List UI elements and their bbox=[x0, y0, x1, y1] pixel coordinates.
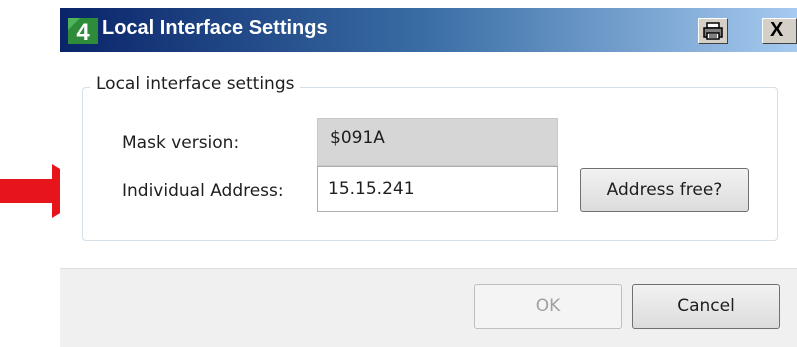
title-bar[interactable]: 4 Local Interface Settings X bbox=[60, 8, 797, 52]
close-button[interactable]: X bbox=[762, 18, 797, 44]
mask-version-value: $091A bbox=[317, 118, 558, 166]
individual-address-input[interactable] bbox=[317, 166, 558, 212]
knx-app-icon: 4 bbox=[68, 18, 98, 44]
individual-address-label: Individual Address: bbox=[122, 181, 284, 201]
app-icon-glyph: 4 bbox=[76, 19, 90, 44]
cancel-button[interactable]: Cancel bbox=[632, 284, 780, 329]
printer-icon bbox=[703, 22, 723, 40]
mask-version-label: Mask version: bbox=[122, 133, 240, 153]
ok-button[interactable]: OK bbox=[474, 284, 622, 329]
window-title: Local Interface Settings bbox=[102, 17, 328, 39]
close-icon: X bbox=[770, 19, 784, 41]
print-button[interactable] bbox=[698, 18, 728, 44]
group-legend: Local interface settings bbox=[90, 74, 301, 94]
dialog-window: 4 Local Interface Settings X Local inter… bbox=[60, 8, 797, 347]
address-free-button[interactable]: Address free? bbox=[580, 168, 749, 212]
